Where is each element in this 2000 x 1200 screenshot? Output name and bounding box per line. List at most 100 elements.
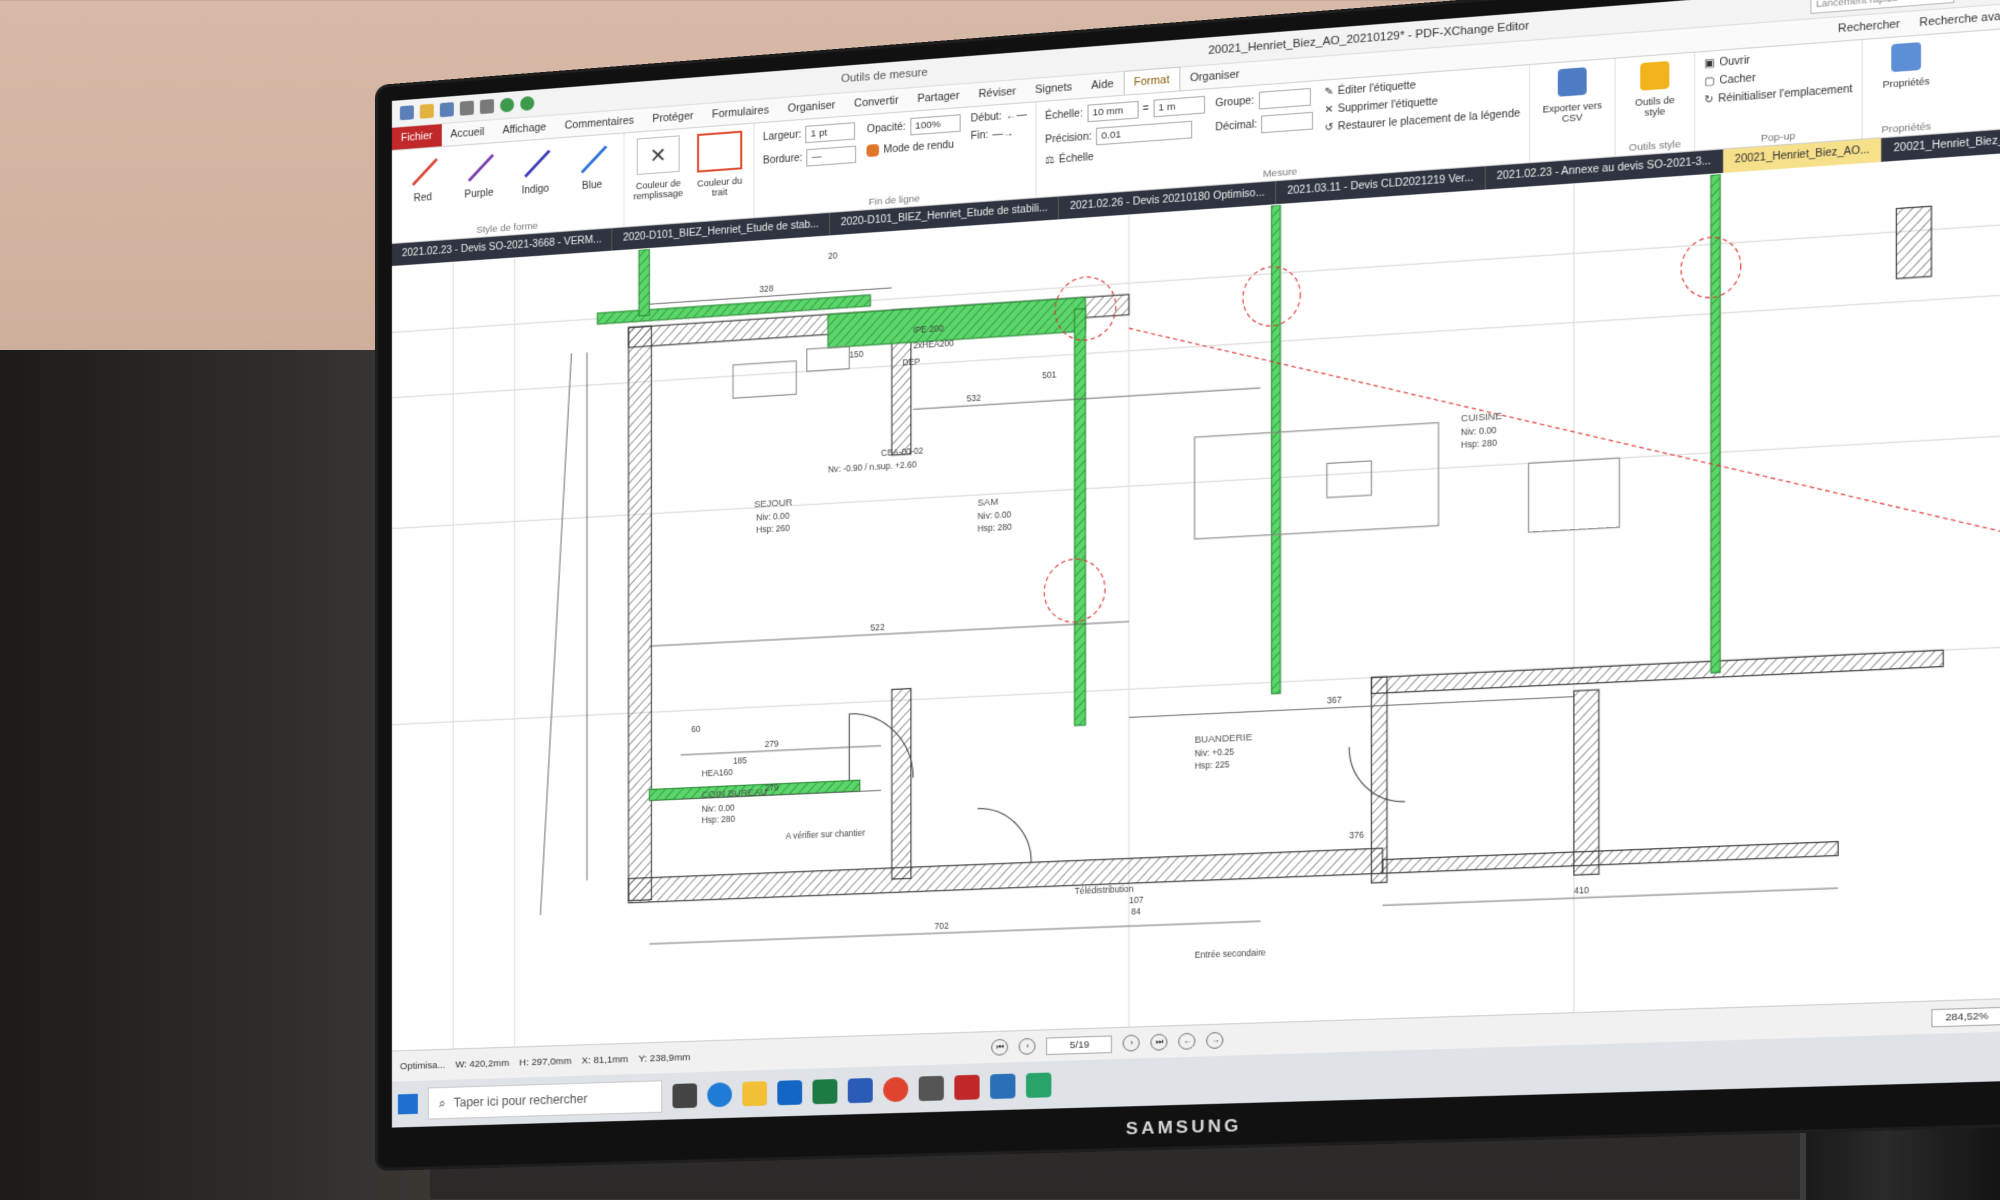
tab-protect[interactable]: Protéger <box>643 104 703 131</box>
search-icon: ⌕ <box>438 1095 446 1110</box>
svg-text:279: 279 <box>765 738 779 749</box>
room-height: Hsp: 280 <box>702 814 736 826</box>
svg-text:Nv: -0.90 / n.sup. +2.60: Nv: -0.90 / n.sup. +2.60 <box>828 459 917 475</box>
room-name: SEJOUR <box>754 497 793 511</box>
edge-icon[interactable] <box>707 1082 732 1108</box>
forward-view-icon[interactable]: → <box>1206 1031 1224 1050</box>
svg-text:DEP: DEP <box>902 356 920 368</box>
monitor: Outils de mesure 20021_Henriet_Biez_AO_2… <box>378 0 2000 1168</box>
style-tools-button[interactable]: Outils de style <box>1625 60 1685 141</box>
pdf-xchange-icon[interactable] <box>954 1074 980 1101</box>
svg-text:410: 410 <box>1574 884 1589 896</box>
zoom-input[interactable]: 284,52% <box>1931 1006 2000 1027</box>
svg-text:279: 279 <box>765 782 779 793</box>
tab-review[interactable]: Réviser <box>969 79 1026 106</box>
cursor-x: X: 81,1mm <box>581 1053 629 1067</box>
excel-icon[interactable] <box>812 1078 838 1105</box>
properties-icon <box>1891 42 1922 73</box>
room-level: Niv: 0.00 <box>702 802 735 814</box>
scale-button[interactable]: Échelle <box>1059 152 1094 166</box>
room-level: Niv: 0.00 <box>977 509 1011 522</box>
pen-purple[interactable]: Purple <box>456 149 502 225</box>
back-icon[interactable] <box>500 97 515 113</box>
tab-convert[interactable]: Convertir <box>845 88 908 115</box>
tab-share[interactable]: Partager <box>908 84 969 111</box>
line-end-select[interactable]: —→ <box>993 128 1014 141</box>
windows-start-icon[interactable] <box>397 1093 418 1115</box>
next-page-icon[interactable]: › <box>1123 1034 1141 1052</box>
svg-text:20: 20 <box>828 250 838 261</box>
pen-blue[interactable]: Blue <box>569 140 616 216</box>
last-page-icon[interactable]: ⏭ <box>1150 1033 1169 1051</box>
save-icon[interactable] <box>399 105 414 121</box>
scale-select-2[interactable]: 1 m <box>1153 95 1205 118</box>
teams-icon[interactable] <box>1025 1072 1052 1098</box>
photos-icon[interactable] <box>990 1073 1016 1100</box>
forward-icon[interactable] <box>520 95 535 112</box>
outlook-icon[interactable] <box>777 1080 803 1106</box>
pen-red[interactable]: Red <box>400 153 446 229</box>
scale-select-1[interactable]: 10 mm <box>1087 100 1139 123</box>
file-explorer-icon[interactable] <box>742 1081 767 1107</box>
group-select[interactable] <box>1258 87 1311 110</box>
pen-indigo[interactable]: Indigo <box>512 144 558 220</box>
tab-file[interactable]: Fichier <box>391 124 442 150</box>
prev-page-icon[interactable]: ‹ <box>1019 1037 1037 1055</box>
no-fill-icon: ✕ <box>649 143 667 168</box>
svg-text:Télédistribution: Télédistribution <box>1075 884 1134 897</box>
page-number-input[interactable]: 5/19 <box>1046 1034 1113 1055</box>
word-icon[interactable] <box>847 1077 873 1104</box>
print-icon[interactable] <box>439 102 454 118</box>
svg-text:2xHEA200: 2xHEA200 <box>913 338 954 351</box>
line-start-select[interactable]: ←— <box>1006 109 1027 122</box>
redo-icon[interactable] <box>479 99 495 115</box>
room-level: Niv: 0.00 <box>756 511 790 523</box>
line-purple-icon <box>462 149 496 186</box>
undo-icon[interactable] <box>459 100 474 116</box>
background-wall-shadow <box>0 350 430 1200</box>
annotation-circles <box>1044 213 2000 624</box>
svg-text:84: 84 <box>1131 906 1141 917</box>
first-page-icon[interactable]: ⏮ <box>991 1038 1009 1056</box>
export-csv-button[interactable]: Exporter vers CSV <box>1539 66 1606 147</box>
svg-text:107: 107 <box>1129 894 1144 905</box>
room-height: Hsp: 280 <box>977 521 1012 534</box>
border-select[interactable]: — <box>806 145 857 167</box>
svg-text:HEA160: HEA160 <box>702 766 734 778</box>
style-tools-icon <box>1640 60 1670 91</box>
render-mode-button[interactable]: Mode de rendu <box>884 139 954 155</box>
reset-placement-button[interactable]: ↻ Réinitialiser l'emplacement <box>1704 84 1852 107</box>
task-view-icon[interactable] <box>672 1083 698 1109</box>
precision-select[interactable]: 0.01 <box>1095 120 1193 146</box>
calculator-icon[interactable] <box>918 1075 944 1102</box>
room-name: COIN BUREAU <box>702 787 768 801</box>
stroke-color-button[interactable] <box>697 130 743 173</box>
tab-help[interactable]: Aide <box>1082 72 1124 98</box>
page-height: H: 297,0mm <box>519 1055 572 1069</box>
svg-text:60: 60 <box>691 724 701 735</box>
svg-text:376: 376 <box>1349 829 1364 840</box>
taskbar-search[interactable]: ⌕ Taper ici pour rechercher <box>427 1080 663 1120</box>
zoom-mode-select[interactable]: Optimisa... <box>400 1059 445 1071</box>
export-group: Exporter vers CSV <box>1530 58 1616 163</box>
open-icon[interactable] <box>419 103 434 119</box>
tab-bookmarks[interactable]: Signets <box>1026 75 1082 102</box>
tab-format[interactable]: Format <box>1123 66 1181 95</box>
svg-text:CBA-00-02: CBA-00-02 <box>881 445 923 458</box>
back-view-icon[interactable]: ← <box>1178 1032 1196 1050</box>
line-red-icon <box>406 153 440 190</box>
properties-button[interactable]: Propriétés <box>1872 41 1941 123</box>
cursor-y: Y: 238,9mm <box>638 1051 691 1065</box>
room-name: BUANDERIE <box>1195 731 1253 745</box>
decimal-select[interactable] <box>1261 111 1314 134</box>
fill-color-button[interactable]: ✕ <box>636 135 680 175</box>
chrome-icon[interactable] <box>883 1076 909 1103</box>
svg-text:Entrée secondaire: Entrée secondaire <box>1195 946 1267 959</box>
popup-group: ▣ Ouvrir ▢ Cacher ↻ Réinitialiser l'emplace… <box>1695 39 1863 151</box>
tag-icon: ✎ <box>1324 86 1334 99</box>
svg-text:522: 522 <box>870 621 885 632</box>
width-select[interactable]: 1 pt <box>805 122 856 144</box>
tab-home[interactable]: Accueil <box>441 120 493 146</box>
document-canvas[interactable]: SEJOUR Niv: 0.00 Hsp: 260 SAM Niv: 0.00 … <box>391 152 2000 1052</box>
opacity-select[interactable]: 100% <box>909 114 961 136</box>
